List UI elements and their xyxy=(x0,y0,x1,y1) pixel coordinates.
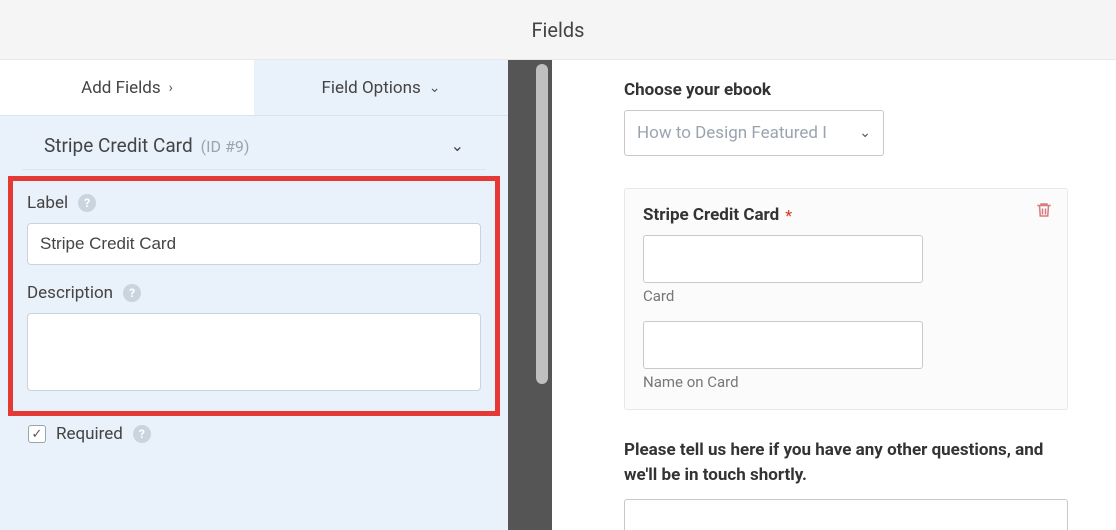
chevron-down-icon: ⌄ xyxy=(859,125,871,141)
cc-label-row: Stripe Credit Card * xyxy=(643,205,1049,225)
chevron-down-icon: ⌄ xyxy=(429,80,441,96)
credit-card-block: Stripe Credit Card * Card Name on Card xyxy=(624,188,1068,410)
description-row: Description ? xyxy=(27,283,481,303)
topbar: Fields xyxy=(0,0,1116,60)
required-star-icon: * xyxy=(785,206,792,225)
chevron-down-icon[interactable]: ⌄ xyxy=(451,136,464,155)
required-checkbox[interactable]: ✓ xyxy=(28,425,46,443)
highlighted-settings: Label ? Description ? xyxy=(8,176,500,416)
page-title: Fields xyxy=(532,18,585,42)
question-block: Please tell us here if you have any othe… xyxy=(624,438,1068,530)
help-icon[interactable]: ? xyxy=(123,284,141,302)
label-input[interactable] xyxy=(27,223,481,265)
field-header-left: Stripe Credit Card (ID #9) xyxy=(44,134,249,157)
ebook-block: Choose your ebook How to Design Featured… xyxy=(624,80,1068,156)
label-row: Label ? xyxy=(27,193,481,213)
name-on-card-input[interactable] xyxy=(643,321,923,369)
tabs: Add Fields › Field Options ⌄ xyxy=(0,60,508,116)
required-label: Required xyxy=(56,424,123,444)
chevron-right-icon: › xyxy=(169,80,173,96)
field-id: (ID #9) xyxy=(201,137,250,156)
ebook-selected-value: How to Design Featured I xyxy=(637,123,827,143)
form-group-description: Description ? xyxy=(27,283,481,395)
ebook-select[interactable]: How to Design Featured I ⌄ xyxy=(624,110,884,156)
card-input[interactable] xyxy=(643,235,923,283)
card-sublabel: Card xyxy=(643,287,1049,305)
description-input[interactable] xyxy=(27,313,481,391)
ebook-heading: Choose your ebook xyxy=(624,80,1068,100)
question-heading: Please tell us here if you have any othe… xyxy=(624,438,1068,487)
tab-add-fields-label: Add Fields xyxy=(81,78,161,98)
label-title: Label xyxy=(27,193,68,213)
description-title: Description xyxy=(27,283,113,303)
tab-field-options[interactable]: Field Options ⌄ xyxy=(254,60,508,115)
help-icon[interactable]: ? xyxy=(78,194,96,212)
help-icon[interactable]: ? xyxy=(133,425,151,443)
tab-add-fields[interactable]: Add Fields › xyxy=(0,60,254,115)
workarea: Add Fields › Field Options ⌄ Stripe Cred… xyxy=(0,60,1116,530)
left-panel: Add Fields › Field Options ⌄ Stripe Cred… xyxy=(0,60,508,530)
name-on-card-sublabel: Name on Card xyxy=(643,373,1049,391)
trash-icon[interactable] xyxy=(1033,199,1055,221)
field-header[interactable]: Stripe Credit Card (ID #9) ⌄ xyxy=(22,116,486,170)
form-group-label: Label ? xyxy=(27,193,481,265)
scroll-thumb[interactable] xyxy=(536,64,548,384)
field-title: Stripe Credit Card xyxy=(44,134,193,157)
required-row: ✓ Required ? xyxy=(0,424,508,450)
tab-field-options-label: Field Options xyxy=(321,78,420,98)
scroll-strip xyxy=(508,60,552,530)
question-input[interactable] xyxy=(624,499,1068,530)
preview-panel: Choose your ebook How to Design Featured… xyxy=(552,60,1116,530)
cc-label: Stripe Credit Card xyxy=(643,205,779,225)
